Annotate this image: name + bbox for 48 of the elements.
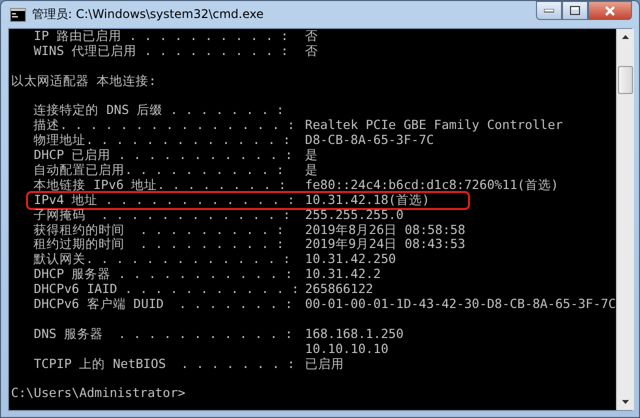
field-label: DHCPv6 IAID . . . . . . . . . . . : (32, 282, 300, 298)
field-label: DHCP 服务器 . . . . . . . . . . . : (32, 267, 294, 282)
field-label: 默认网关. . . . . . . . . . . . . : (32, 252, 292, 268)
close-button[interactable] (588, 1, 632, 20)
field-value: 168.168.1.250 (305, 326, 404, 342)
field-value: 255.255.255.0 (305, 208, 404, 223)
field-label: TCPIP 上的 NetBIOS . . . . . . . : (32, 356, 296, 372)
field-value: 否 (305, 29, 318, 44)
scrollbar[interactable] (616, 29, 634, 410)
field-value: 已启用 (305, 356, 344, 372)
field-value: 10.31.42.2 (305, 267, 381, 282)
minimize-icon (544, 8, 554, 12)
close-icon (604, 6, 616, 16)
field-label: 本地链接 IPv6 地址. . . . . . . . : (32, 178, 288, 193)
field-label: DNS 服务器 . . . . . . . . . . . : (32, 326, 294, 342)
field-label: 自动配置已启用. . . . . . . . . . : (32, 163, 285, 178)
field-label: 连接特定的 DNS 后缀 . . . . . . . : (32, 103, 285, 118)
field-label: IP 路由已启用 . . . . . . . . . . : (32, 29, 290, 44)
field-label: 物理地址. . . . . . . . . . . . . : (32, 133, 292, 148)
field-value: 是 (305, 148, 318, 164)
window-title: 管理员: C:\Windows\system32\cmd.exe (32, 6, 264, 23)
field-label: 描述. . . . . . . . . . . . . . . : (32, 118, 296, 134)
field-value: 否 (305, 44, 318, 59)
console-icon (10, 8, 26, 22)
field-value: D8-CB-8A-65-3F-7C (305, 133, 434, 148)
field-value: 10.31.42.18(首选) (305, 192, 430, 208)
field-label: IPv4 地址 . . . . . . . . . . . . : (32, 192, 296, 208)
field-value: 2019年8月26日 08:58:58 (305, 222, 466, 238)
maximize-button[interactable] (562, 1, 588, 20)
minimize-button[interactable] (536, 1, 562, 20)
field-value: fe80::24c4:b6cd:d1c8:7260%11(首选) (305, 178, 558, 193)
scroll-thumb[interactable] (618, 66, 633, 94)
field-label: 获得租约的时间 . . . . . . . . . : (32, 222, 285, 238)
field-label: 子网掩码 . . . . . . . . . . . . : (32, 208, 292, 223)
console-text: 以太网适配器 本地连接: (11, 74, 156, 89)
field-value: 10.10.10.10 (305, 342, 388, 357)
field-value: 2019年9月24日 08:43:53 (305, 237, 466, 252)
field-value: 265866122 (305, 282, 374, 298)
field-label: DHCPv6 客户端 DUID . . . . . . . : (32, 297, 294, 312)
field-label: WINS 代理已启用 . . . . . . . . . : (32, 44, 290, 59)
field-value: 00-01-00-01-1D-43-42-30-D8-CB-8A-65-3F-7C (305, 297, 616, 312)
field-label: DHCP 已启用 . . . . . . . . . . . : (32, 148, 294, 164)
field-label: 租约过期的时间 . . . . . . . . . : (32, 237, 285, 252)
maximize-icon (570, 6, 580, 15)
field-value: Realtek PCIe GBE Family Controller (305, 118, 563, 134)
field-value: 是 (305, 163, 318, 178)
console-text: C:\Users\Administrator> (11, 386, 186, 402)
field-value: 10.31.42.250 (305, 252, 396, 268)
